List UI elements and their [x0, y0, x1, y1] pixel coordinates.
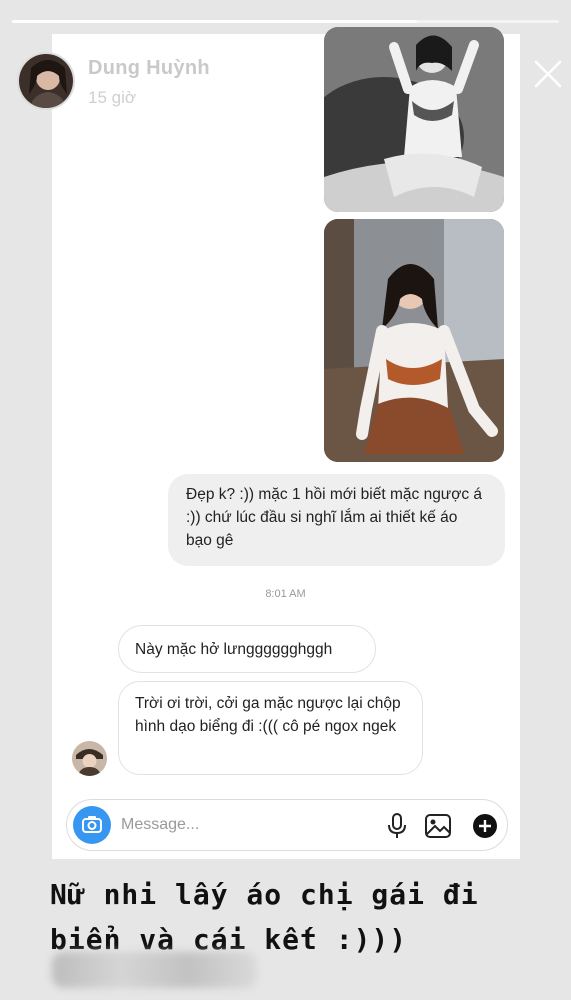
story-username[interactable]: Dung Huỳnh — [88, 57, 210, 80]
close-x-icon[interactable] — [530, 56, 566, 92]
sender-avatar[interactable] — [72, 741, 107, 776]
story-caption: Nữ nhi lấy áo chị gái đi biển và cái kết… — [50, 872, 560, 962]
bikini-photo-1[interactable] — [324, 27, 504, 212]
blurred-mention — [52, 952, 257, 988]
caption-line-1: Nữ nhi lấy áo chị gái đi — [50, 878, 479, 911]
received-message-bubble: Trời ơi trời, cởi ga mặc ngược lại chộp … — [118, 681, 423, 775]
message-composer — [66, 799, 508, 851]
story-time-ago: 15 giờ — [88, 88, 137, 107]
microphone-icon[interactable] — [385, 812, 409, 840]
received-message-bubble: Này mặc hở lưngggggghggh — [118, 625, 376, 673]
profile-avatar[interactable] — [17, 52, 75, 110]
sent-message-bubble: Đẹp k? :)) mặc 1 hồi mới biết mặc ngược … — [168, 474, 505, 566]
bikini-photo-2[interactable] — [324, 219, 504, 462]
story-progress-bar — [12, 20, 559, 23]
message-input[interactable] — [121, 813, 361, 837]
plus-circle-icon[interactable] — [471, 812, 499, 840]
gallery-icon[interactable] — [423, 812, 453, 840]
story-progress-fill — [12, 20, 417, 23]
message-timestamp: 8:01 AM — [265, 588, 306, 600]
camera-icon[interactable] — [73, 806, 111, 844]
